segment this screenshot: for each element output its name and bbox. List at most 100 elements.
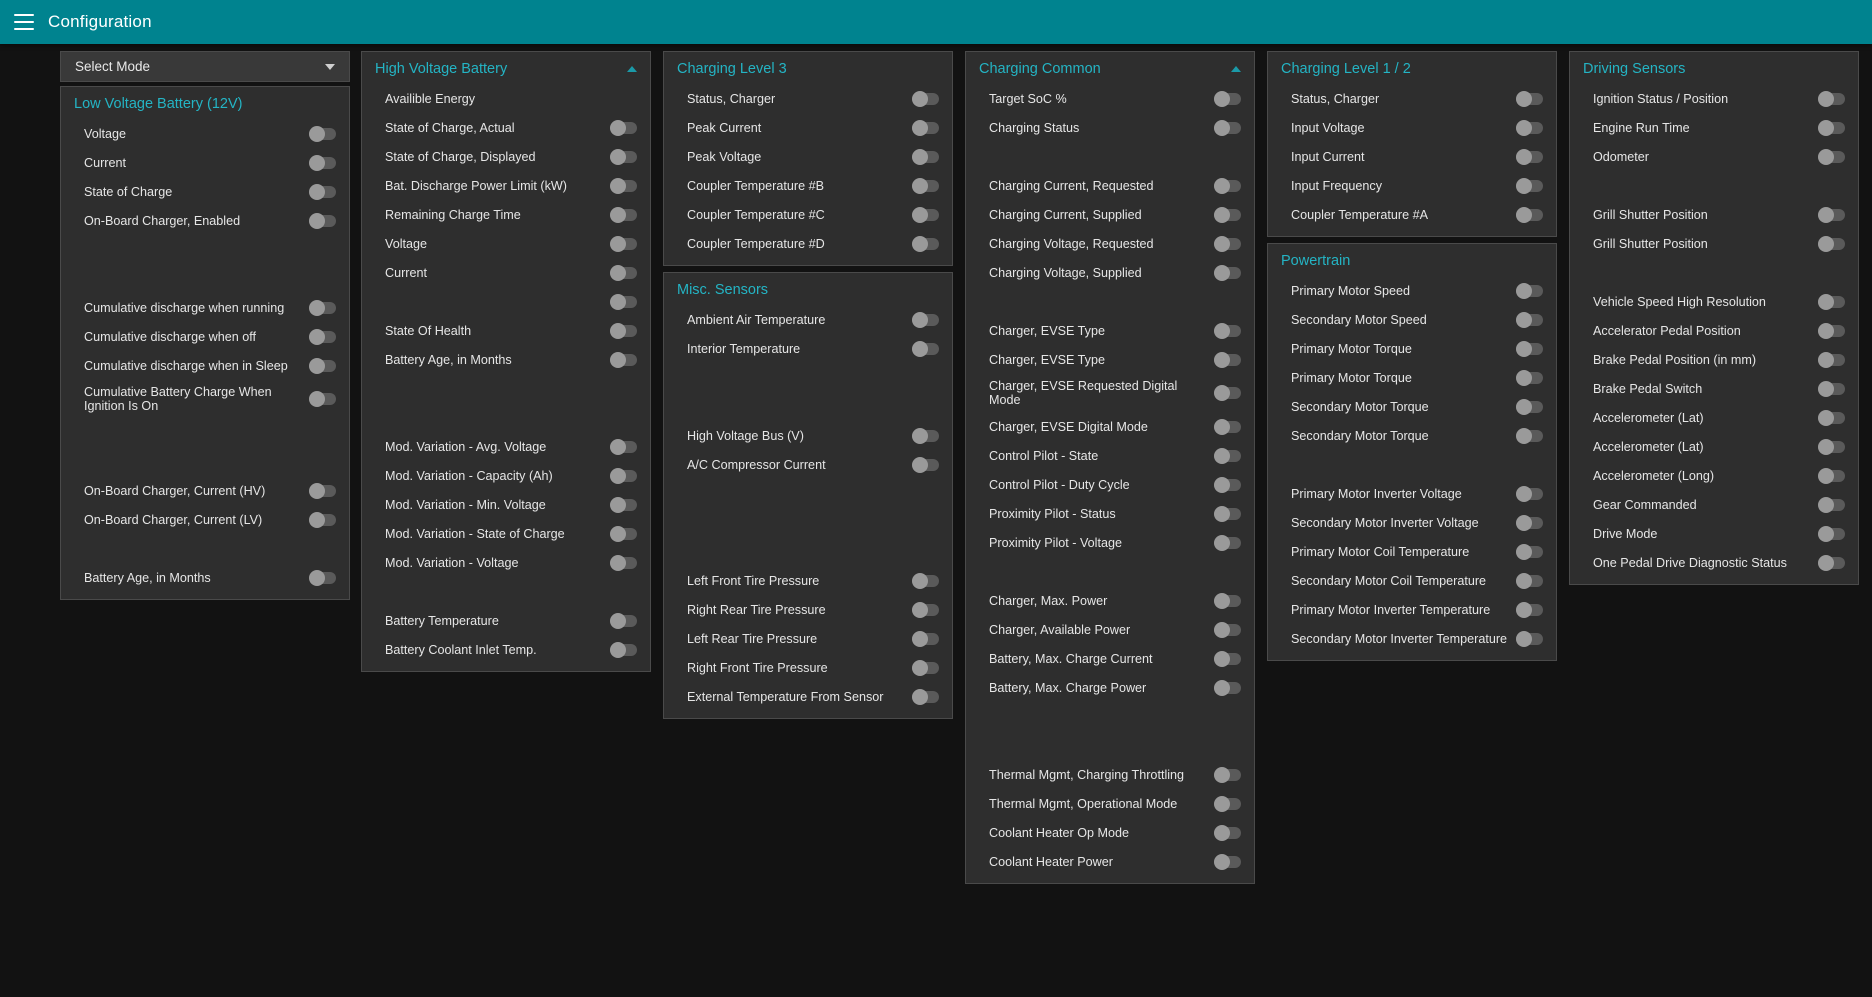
setting-toggle[interactable] bbox=[1214, 624, 1241, 636]
setting-toggle[interactable] bbox=[610, 267, 637, 279]
setting-row[interactable]: Left Rear Tire Pressure bbox=[664, 624, 952, 653]
setting-row[interactable]: Status, Charger bbox=[1268, 84, 1556, 113]
setting-toggle[interactable] bbox=[1214, 209, 1241, 221]
setting-toggle[interactable] bbox=[912, 430, 939, 442]
setting-toggle[interactable] bbox=[610, 354, 637, 366]
select-mode-dropdown[interactable]: Select Mode bbox=[60, 51, 350, 82]
setting-row[interactable] bbox=[362, 287, 650, 316]
setting-row[interactable]: Battery Age, in Months bbox=[61, 563, 349, 592]
setting-toggle[interactable] bbox=[912, 691, 939, 703]
setting-row[interactable]: Primary Motor Torque bbox=[1268, 334, 1556, 363]
setting-toggle[interactable] bbox=[912, 459, 939, 471]
setting-toggle[interactable] bbox=[610, 644, 637, 656]
setting-toggle[interactable] bbox=[1516, 314, 1543, 326]
setting-row[interactable]: Input Frequency bbox=[1268, 171, 1556, 200]
setting-row[interactable]: Coupler Temperature #D bbox=[664, 229, 952, 258]
setting-row[interactable]: Mod. Variation - Voltage bbox=[362, 548, 650, 577]
setting-row[interactable]: Coolant Heater Op Mode bbox=[966, 818, 1254, 847]
setting-toggle[interactable] bbox=[1516, 180, 1543, 192]
setting-row[interactable]: Thermal Mgmt, Charging Throttling bbox=[966, 760, 1254, 789]
card-header[interactable]: High Voltage Battery bbox=[362, 52, 650, 84]
card-header[interactable]: Powertrain bbox=[1268, 244, 1556, 276]
setting-toggle[interactable] bbox=[610, 209, 637, 221]
setting-row[interactable]: Mod. Variation - Min. Voltage bbox=[362, 490, 650, 519]
setting-toggle[interactable] bbox=[309, 186, 336, 198]
setting-toggle[interactable] bbox=[1818, 557, 1845, 569]
setting-toggle[interactable] bbox=[610, 470, 637, 482]
setting-row[interactable]: Proximity Pilot - Status bbox=[966, 499, 1254, 528]
setting-toggle[interactable] bbox=[1214, 856, 1241, 868]
setting-toggle[interactable] bbox=[309, 157, 336, 169]
setting-row[interactable]: Remaining Charge Time bbox=[362, 200, 650, 229]
setting-toggle[interactable] bbox=[1818, 383, 1845, 395]
setting-row[interactable]: Charging Current, Supplied bbox=[966, 200, 1254, 229]
setting-row[interactable]: Secondary Motor Inverter Voltage bbox=[1268, 508, 1556, 537]
setting-toggle[interactable] bbox=[1214, 769, 1241, 781]
setting-toggle[interactable] bbox=[309, 393, 336, 405]
setting-toggle[interactable] bbox=[1516, 546, 1543, 558]
setting-toggle[interactable] bbox=[610, 238, 637, 250]
setting-toggle[interactable] bbox=[610, 325, 637, 337]
setting-row[interactable]: Right Front Tire Pressure bbox=[664, 653, 952, 682]
setting-row[interactable]: Input Current bbox=[1268, 142, 1556, 171]
setting-row[interactable]: Secondary Motor Torque bbox=[1268, 392, 1556, 421]
setting-toggle[interactable] bbox=[1516, 93, 1543, 105]
chevron-up-icon[interactable] bbox=[627, 66, 637, 72]
setting-row[interactable]: Secondary Motor Coil Temperature bbox=[1268, 566, 1556, 595]
setting-toggle[interactable] bbox=[1516, 633, 1543, 645]
setting-toggle[interactable] bbox=[610, 122, 637, 134]
setting-row[interactable]: Left Front Tire Pressure bbox=[664, 566, 952, 595]
setting-toggle[interactable] bbox=[912, 209, 939, 221]
setting-toggle[interactable] bbox=[1214, 354, 1241, 366]
setting-row[interactable]: Primary Motor Inverter Temperature bbox=[1268, 595, 1556, 624]
setting-toggle[interactable] bbox=[1818, 470, 1845, 482]
setting-toggle[interactable] bbox=[1516, 122, 1543, 134]
setting-row[interactable]: Coupler Temperature #A bbox=[1268, 200, 1556, 229]
setting-row[interactable]: Charger, EVSE Type bbox=[966, 316, 1254, 345]
setting-toggle[interactable] bbox=[912, 122, 939, 134]
setting-toggle[interactable] bbox=[1214, 653, 1241, 665]
setting-toggle[interactable] bbox=[1516, 488, 1543, 500]
setting-row[interactable]: Charging Current, Requested bbox=[966, 171, 1254, 200]
setting-row[interactable]: Battery Age, in Months bbox=[362, 345, 650, 374]
setting-toggle[interactable] bbox=[1214, 93, 1241, 105]
setting-row[interactable]: Peak Current bbox=[664, 113, 952, 142]
setting-row[interactable]: Grill Shutter Position bbox=[1570, 200, 1858, 229]
setting-row[interactable]: Secondary Motor Speed bbox=[1268, 305, 1556, 334]
setting-toggle[interactable] bbox=[912, 343, 939, 355]
setting-toggle[interactable] bbox=[1214, 450, 1241, 462]
setting-row[interactable]: Charger, EVSE Digital Mode bbox=[966, 412, 1254, 441]
setting-row[interactable]: Current bbox=[362, 258, 650, 287]
setting-row[interactable]: Accelerometer (Long) bbox=[1570, 461, 1858, 490]
setting-toggle[interactable] bbox=[610, 441, 637, 453]
setting-row[interactable]: Charger, EVSE Type bbox=[966, 345, 1254, 374]
card-header[interactable]: Low Voltage Battery (12V) bbox=[61, 87, 349, 119]
setting-row[interactable]: Accelerometer (Lat) bbox=[1570, 403, 1858, 432]
setting-toggle[interactable] bbox=[1818, 325, 1845, 337]
setting-row[interactable]: Secondary Motor Inverter Temperature bbox=[1268, 624, 1556, 653]
setting-row[interactable]: Ignition Status / Position bbox=[1570, 84, 1858, 113]
setting-row[interactable]: Vehicle Speed High Resolution bbox=[1570, 287, 1858, 316]
setting-toggle[interactable] bbox=[912, 151, 939, 163]
setting-toggle[interactable] bbox=[610, 499, 637, 511]
setting-row[interactable]: High Voltage Bus (V) bbox=[664, 421, 952, 450]
setting-row[interactable]: Availible Energy bbox=[362, 84, 650, 113]
setting-row[interactable]: Coupler Temperature #B bbox=[664, 171, 952, 200]
setting-toggle[interactable] bbox=[1516, 401, 1543, 413]
setting-toggle[interactable] bbox=[610, 296, 637, 308]
setting-toggle[interactable] bbox=[1214, 267, 1241, 279]
setting-row[interactable]: Gear Commanded bbox=[1570, 490, 1858, 519]
card-header[interactable]: Driving Sensors bbox=[1570, 52, 1858, 84]
setting-toggle[interactable] bbox=[912, 575, 939, 587]
setting-row[interactable]: Cumulative discharge when running bbox=[61, 293, 349, 322]
setting-toggle[interactable] bbox=[912, 314, 939, 326]
setting-toggle[interactable] bbox=[309, 360, 336, 372]
setting-row[interactable]: Voltage bbox=[61, 119, 349, 148]
setting-toggle[interactable] bbox=[1214, 595, 1241, 607]
setting-row[interactable]: Cumulative discharge when in Sleep bbox=[61, 351, 349, 380]
setting-row[interactable]: Primary Motor Inverter Voltage bbox=[1268, 479, 1556, 508]
chevron-up-icon[interactable] bbox=[1231, 66, 1241, 72]
card-header[interactable]: Misc. Sensors bbox=[664, 273, 952, 305]
setting-row[interactable]: Primary Motor Coil Temperature bbox=[1268, 537, 1556, 566]
setting-toggle[interactable] bbox=[1516, 209, 1543, 221]
